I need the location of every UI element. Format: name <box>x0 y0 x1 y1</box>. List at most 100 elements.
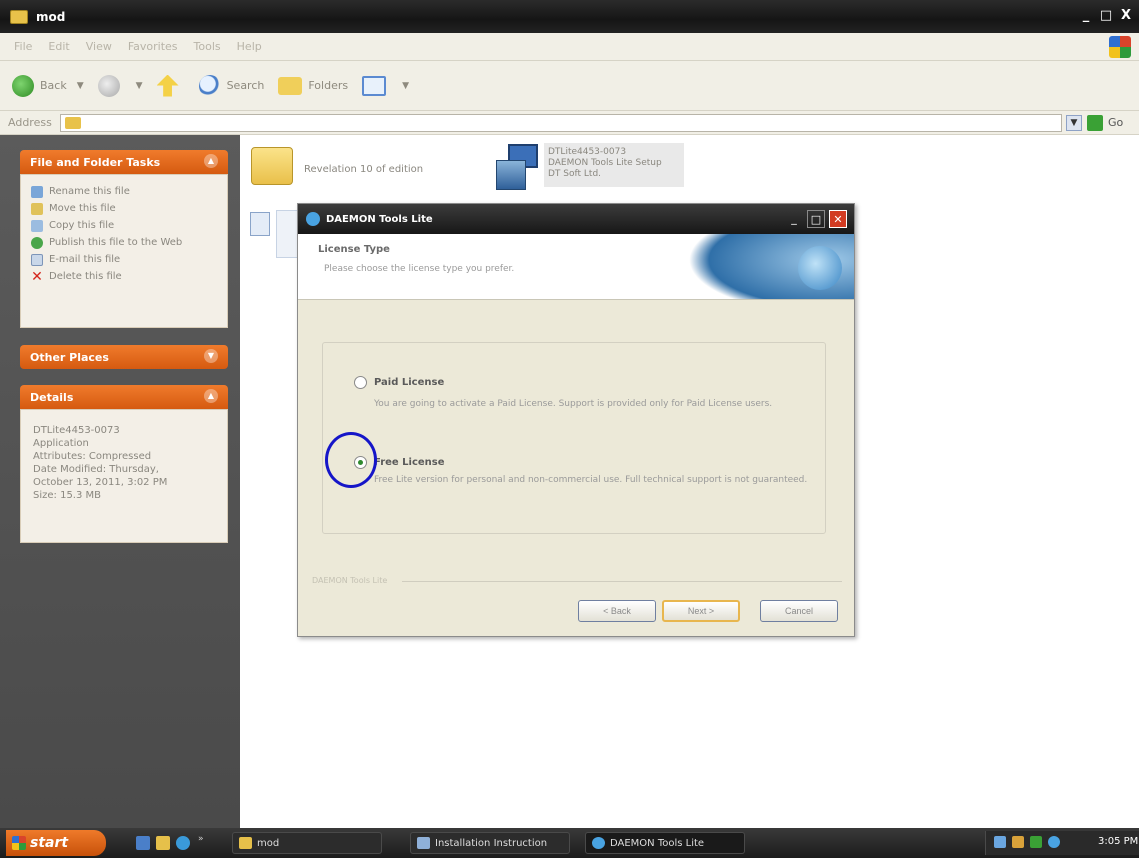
menu-file[interactable]: File <box>14 40 32 53</box>
details-panel: DTLite4453-0073 Application Attributes: … <box>20 409 228 543</box>
annotation-circle <box>325 432 377 488</box>
views-dropdown-icon[interactable]: ▼ <box>402 81 409 91</box>
dialog-header: License Type Please choose the license t… <box>298 234 854 300</box>
free-license-title[interactable]: Free License <box>374 457 445 468</box>
windows-logo-icon <box>1109 36 1131 58</box>
network-icon[interactable] <box>994 836 1006 848</box>
go-button[interactable]: Go <box>1108 116 1123 129</box>
setup-file-label[interactable]: DTLite4453-0073 DAEMON Tools Lite Setup … <box>544 143 684 187</box>
back-button[interactable]: Back <box>12 74 67 97</box>
document-icon[interactable] <box>250 212 270 236</box>
clock[interactable]: 3:05 PM <box>1098 836 1138 847</box>
back-button[interactable]: < Back <box>578 600 656 622</box>
task-daemon-tools[interactable]: DAEMON Tools Lite <box>585 832 745 854</box>
collapse-chevron-icon[interactable]: ▲ <box>204 154 218 168</box>
details-attributes: Attributes: Compressed <box>33 451 152 462</box>
task-mod[interactable]: mod <box>232 832 382 854</box>
task-publish[interactable]: Publish this file to the Web <box>21 234 227 251</box>
views-button[interactable] <box>362 75 392 96</box>
dialog-close-button[interactable]: ✕ <box>829 210 847 228</box>
details-header[interactable]: Details ▲ <box>20 385 228 409</box>
other-places-header[interactable]: Other Places ▼ <box>20 345 228 369</box>
license-type-heading: License Type <box>318 244 390 255</box>
menu-favorites[interactable]: Favorites <box>128 40 178 53</box>
volume-icon[interactable] <box>1012 836 1024 848</box>
expand-chevron-icon[interactable]: ▼ <box>204 349 218 363</box>
dialog-maximize-button[interactable]: □ <box>807 210 825 228</box>
details-modified-date: October 13, 2011, 3:02 PM <box>33 477 168 488</box>
folders-button[interactable]: Folders <box>278 76 348 95</box>
footer-divider: DAEMON Tools Lite <box>312 576 842 586</box>
task-move[interactable]: Move this file <box>21 200 227 217</box>
windows-flag-icon <box>12 836 26 850</box>
address-bar: Address ▼ Go <box>0 111 1139 135</box>
paid-license-title[interactable]: Paid License <box>374 377 444 388</box>
taskbar: start » mod Installation Instruction DAE… <box>0 828 1139 858</box>
back-arrow-icon <box>12 74 34 97</box>
security-icon[interactable] <box>1030 836 1042 848</box>
search-label: Search <box>226 79 265 92</box>
dialog-title: DAEMON Tools Lite <box>326 213 433 225</box>
go-arrow-icon[interactable] <box>1087 115 1103 131</box>
details-type: Application <box>33 438 89 449</box>
up-button[interactable] <box>156 74 185 97</box>
quicklaunch-chevron-icon[interactable]: » <box>198 834 204 844</box>
file-folder-tasks-header[interactable]: File and Folder Tasks ▲ <box>20 150 228 174</box>
forward-arrow-icon <box>97 74 120 97</box>
other-places-title: Other Places <box>30 350 109 364</box>
publish-icon <box>31 236 43 249</box>
task-label: Move this file <box>49 203 116 214</box>
setup-file-icon[interactable] <box>490 144 540 192</box>
forward-button[interactable] <box>97 74 126 97</box>
task-label: Copy this file <box>49 220 115 231</box>
folder-name[interactable]: Revelation 10 of edition <box>304 164 423 175</box>
back-dropdown-icon[interactable]: ▼ <box>77 81 84 91</box>
task-label: DAEMON Tools Lite <box>610 837 705 849</box>
paid-license-radio[interactable] <box>354 376 367 389</box>
folder-icon <box>239 837 252 849</box>
show-desktop-icon[interactable] <box>136 836 150 850</box>
browser-quicklaunch-icon[interactable] <box>176 836 190 850</box>
file-folder-tasks-panel: Rename this file Move this file Copy thi… <box>20 174 228 328</box>
explorer-quicklaunch-icon[interactable] <box>156 836 170 850</box>
folder-icon <box>10 9 28 24</box>
menu-tools[interactable]: Tools <box>194 40 221 53</box>
maximize-button[interactable]: □ <box>1098 8 1114 24</box>
task-copy[interactable]: Copy this file <box>21 217 227 234</box>
task-installation-instruction[interactable]: Installation Instruction <box>410 832 570 854</box>
minimize-button[interactable]: _ <box>1078 8 1094 24</box>
address-dropdown-icon[interactable]: ▼ <box>1066 115 1082 131</box>
address-input[interactable] <box>60 114 1062 132</box>
setup-file-company: DT Soft Ltd. <box>548 169 602 179</box>
move-icon <box>31 202 43 215</box>
task-email[interactable]: E-mail this file <box>21 251 227 268</box>
license-type-subtitle: Please choose the license type you prefe… <box>324 264 515 274</box>
start-button[interactable]: start <box>6 830 106 856</box>
setup-file-name: DTLite4453-0073 <box>548 147 627 157</box>
forward-dropdown-icon[interactable]: ▼ <box>136 81 143 91</box>
document-icon[interactable] <box>276 210 298 258</box>
daemon-tools-logo-icon <box>798 246 842 290</box>
file-folder-tasks-title: File and Folder Tasks <box>30 155 161 169</box>
details-filename: DTLite4453-0073 <box>33 425 120 436</box>
task-delete[interactable]: ✕ Delete this file <box>21 268 227 285</box>
next-button[interactable]: Next > <box>662 600 740 622</box>
cancel-button[interactable]: Cancel <box>760 600 838 622</box>
details-size: Size: 15.3 MB <box>33 490 102 501</box>
menu-edit[interactable]: Edit <box>48 40 69 53</box>
details-modified: Date Modified: Thursday, <box>33 464 159 475</box>
folder-icon[interactable] <box>251 147 293 185</box>
email-icon <box>31 253 43 266</box>
dialog-minimize-button[interactable]: _ <box>785 210 803 228</box>
collapse-chevron-icon[interactable]: ▲ <box>204 389 218 403</box>
menu-view[interactable]: View <box>86 40 112 53</box>
free-license-description: Free Lite version for personal and non-c… <box>374 475 808 485</box>
dialog-titlebar: DAEMON Tools Lite _ □ ✕ <box>298 204 854 234</box>
task-label: E-mail this file <box>49 254 121 265</box>
close-button[interactable]: X <box>1118 8 1134 24</box>
task-rename[interactable]: Rename this file <box>21 183 227 200</box>
daemon-tray-icon[interactable] <box>1048 836 1060 848</box>
installer-box-icon <box>496 160 526 190</box>
menu-help[interactable]: Help <box>237 40 262 53</box>
search-button[interactable]: Search <box>198 74 265 97</box>
